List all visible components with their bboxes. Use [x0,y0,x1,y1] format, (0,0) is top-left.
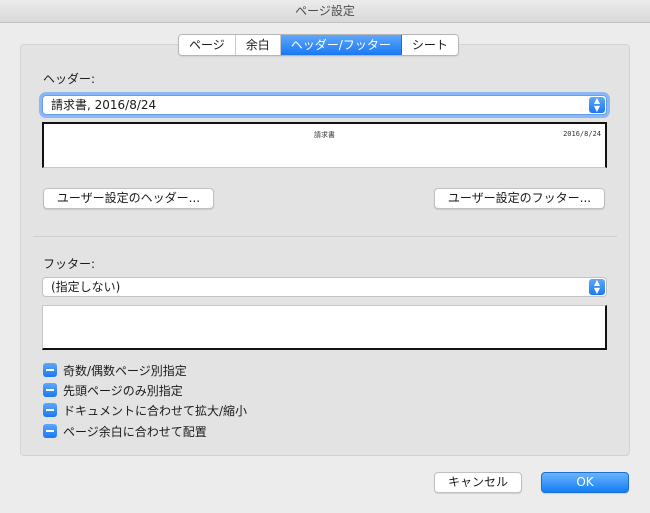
ok-button[interactable]: OK [541,472,629,493]
option-align-margins[interactable]: ページ余白に合わせて配置 [43,423,207,439]
tab-bar: ページ 余白 ヘッダー/フッター シート [178,34,459,56]
header-select[interactable]: 請求書, 2016/8/24 ▲ ▼ [42,95,607,115]
option-scale-with-document[interactable]: ドキュメントに合わせて拡大/縮小 [43,402,247,418]
mixed-checkbox-icon[interactable] [43,403,57,417]
footer-select-stepper[interactable]: ▲ ▼ [589,279,605,295]
section-divider [33,236,617,237]
option-scale-with-document-label: ドキュメントに合わせて拡大/縮小 [63,403,248,418]
page-setup-dialog: ページ設定 ページ 余白 ヘッダー/フッター シート ヘッダー: 請求書, 20… [0,0,650,513]
footer-preview [42,305,607,350]
header-select-stepper[interactable]: ▲ ▼ [589,97,605,113]
option-odd-even[interactable]: 奇数/偶数ページ別指定 [43,362,187,378]
header-select-value: 請求書, 2016/8/24 [51,98,157,112]
header-preview-right: 2016/8/24 [563,130,601,138]
tab-header-footer[interactable]: ヘッダー/フッター [280,35,402,55]
header-preview-center: 請求書 [314,131,335,139]
footer-select[interactable]: (指定しない) ▲ ▼ [42,277,607,297]
mixed-checkbox-icon[interactable] [43,383,57,397]
footer-select-value: (指定しない) [51,280,121,294]
tab-margins[interactable]: 余白 [235,35,281,55]
option-first-page-label: 先頭ページのみ別指定 [63,383,183,398]
mixed-checkbox-icon[interactable] [43,424,57,438]
option-first-page[interactable]: 先頭ページのみ別指定 [43,382,183,398]
chevron-down-icon: ▼ [593,104,601,113]
chevron-down-icon: ▼ [593,286,601,295]
tab-sheet[interactable]: シート [401,35,458,55]
cancel-button[interactable]: キャンセル [434,472,522,493]
custom-footer-button[interactable]: ユーザー設定のフッター... [434,188,605,209]
option-align-margins-label: ページ余白に合わせて配置 [63,424,207,439]
custom-header-button[interactable]: ユーザー設定のヘッダー... [43,188,214,209]
footer-label: フッター: [43,257,96,271]
tab-page[interactable]: ページ [179,35,236,55]
mixed-checkbox-icon[interactable] [43,363,57,377]
header-label: ヘッダー: [43,72,96,86]
window-title: ページ設定 [0,0,650,23]
header-preview: 請求書 2016/8/24 [42,122,607,168]
option-odd-even-label: 奇数/偶数ページ別指定 [63,363,187,378]
